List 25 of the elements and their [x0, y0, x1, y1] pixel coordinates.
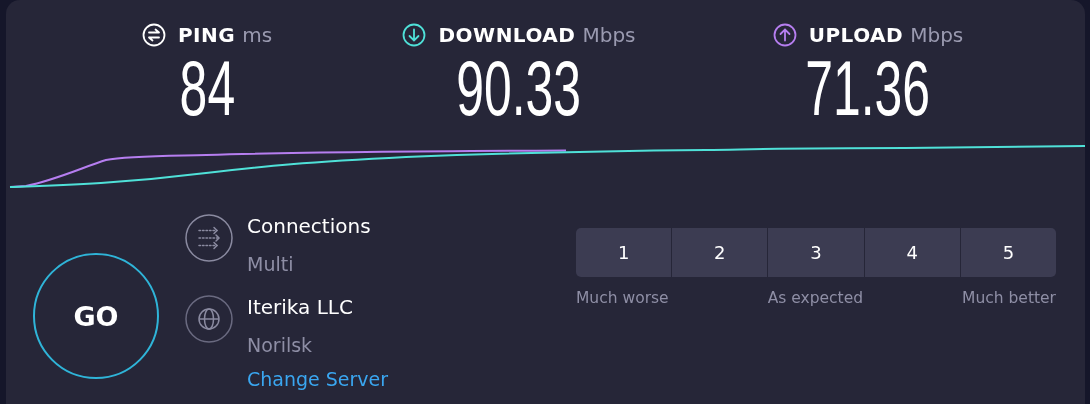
metric-label: PING: [177, 23, 236, 47]
connections-icon: [185, 214, 233, 262]
metric-unit: ms: [242, 23, 273, 47]
go-button[interactable]: GO: [33, 253, 159, 379]
metric-unit: Mbps: [582, 23, 636, 47]
rating-option[interactable]: 1: [576, 228, 672, 277]
scale-label: Much better: [962, 289, 1056, 307]
change-server-link[interactable]: Change Server: [247, 366, 389, 392]
connections-label: Connections: [247, 213, 371, 239]
rating-option[interactable]: 2: [671, 228, 768, 277]
metric-value: 90.33: [456, 48, 582, 128]
rating-option[interactable]: 3: [767, 228, 864, 277]
server-location: Norilsk: [247, 333, 314, 358]
metric-unit: Mbps: [910, 23, 964, 47]
metric-label: UPLOAD: [808, 23, 904, 47]
rating-option[interactable]: 5: [959, 228, 1056, 277]
globe-icon: [185, 295, 233, 343]
scale-label: As expected: [767, 289, 864, 307]
metric-label: DOWNLOAD: [438, 23, 576, 47]
metric-value: 84: [179, 48, 235, 128]
server-name: Iterika LLC: [247, 294, 354, 320]
metric-value: 71.36: [805, 48, 931, 128]
rating-option[interactable]: 4: [863, 228, 960, 277]
connections-mode: Multi: [247, 252, 295, 277]
scale-label: Much worse: [576, 289, 669, 307]
